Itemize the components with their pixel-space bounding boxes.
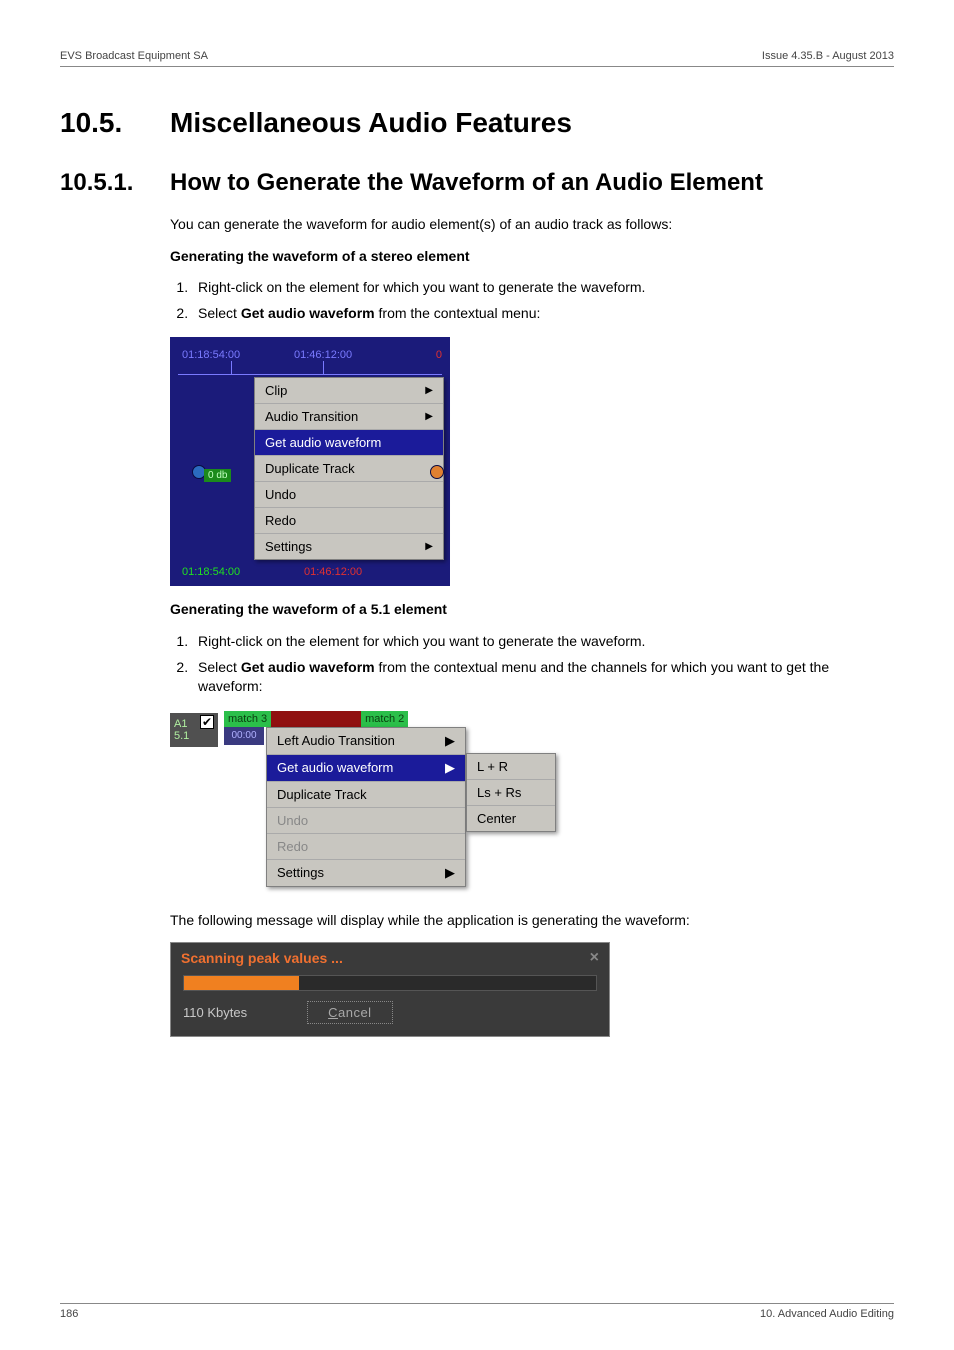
fiveone-step-2: Select Get audio waveform from the conte… <box>192 658 894 697</box>
stereo-steps: Right-click on the element for which you… <box>192 278 894 323</box>
intro-text: You can generate the waveform for audio … <box>170 215 894 235</box>
menu-item-undo[interactable]: Undo <box>255 482 443 508</box>
stereo-subheading: Generating the waveform of a stereo elem… <box>170 247 894 267</box>
match-gap <box>271 711 361 727</box>
timecode-row-bottom: 01:18:54:00 01:46:12:00 <box>174 560 446 584</box>
match-segment-1: match 3 <box>224 711 271 727</box>
scanning-dialog: Scanning peak values ... × 110 Kbytes Ca… <box>170 942 610 1037</box>
time-box: 00:00 <box>224 727 264 745</box>
context-menu-stereo: 01:18:54:00 01:46:12:00 0 0 db Clip ▶ Au… <box>170 337 450 586</box>
match-bar: match 3 match 2 <box>224 711 408 727</box>
context-menu-panel: Clip ▶ Audio Transition ▶ Get audio wave… <box>254 377 444 560</box>
after-menu2-text: The following message will display while… <box>170 911 894 931</box>
timecode-top-right: 0 <box>436 343 442 367</box>
submenu-item-l-r[interactable]: L + R <box>467 754 555 780</box>
menu-item-undo-disabled: Undo <box>267 808 465 834</box>
section-number-1: 10.5. <box>60 107 170 139</box>
context-menu-5-1: A1 5.1 ✔ match 3 match 2 00:00 Left Audi… <box>170 711 600 901</box>
chevron-right-icon: ▶ <box>445 760 455 776</box>
menu-item-audio-transition[interactable]: Audio Transition ▶ <box>255 404 443 430</box>
menu-item-redo-disabled: Redo <box>267 834 465 860</box>
chevron-right-icon: ▶ <box>425 385 433 396</box>
dialog-title: Scanning peak values ... <box>181 950 343 966</box>
progress-bar <box>183 975 597 991</box>
context-menu-panel-5-1: Left Audio Transition ▶ Get audio wavefo… <box>266 727 466 887</box>
track-id-b: 5.1 <box>174 730 214 742</box>
cancel-button[interactable]: Cancel <box>307 1001 392 1024</box>
header-left: EVS Broadcast Equipment SA <box>60 50 208 62</box>
chevron-right-icon: ▶ <box>445 733 455 749</box>
progress-fill <box>184 976 299 990</box>
section-heading-2: How to Generate the Waveform of an Audio… <box>170 169 763 197</box>
timecode-bottom-left: 01:18:54:00 <box>182 560 240 584</box>
menu-item-clip[interactable]: Clip ▶ <box>255 378 443 404</box>
menu-item-duplicate-track[interactable]: Duplicate Track <box>267 782 465 808</box>
header-right: Issue 4.35.B - August 2013 <box>762 50 894 62</box>
chevron-right-icon: ▶ <box>425 411 433 422</box>
menu-item-duplicate-track[interactable]: Duplicate Track <box>255 456 443 482</box>
chevron-right-icon: ▶ <box>445 865 455 881</box>
stereo-step-1: Right-click on the element for which you… <box>192 278 894 298</box>
menu-item-settings[interactable]: Settings ▶ <box>255 534 443 559</box>
fiveone-step-1: Right-click on the element for which you… <box>192 632 894 652</box>
track-badge: A1 5.1 ✔ <box>170 713 218 747</box>
footer-page-number: 186 <box>60 1308 78 1320</box>
menu-item-get-audio-waveform[interactable]: Get audio waveform ▶ <box>267 755 465 782</box>
page-header: EVS Broadcast Equipment SA Issue 4.35.B … <box>60 50 894 67</box>
menu-item-left-audio-transition[interactable]: Left Audio Transition ▶ <box>267 728 465 755</box>
timeline-ticks <box>178 367 442 375</box>
page-footer: 186 10. Advanced Audio Editing <box>60 1303 894 1320</box>
timecode-row-top: 01:18:54:00 01:46:12:00 0 <box>174 343 446 367</box>
match-segment-2: match 2 <box>361 711 408 727</box>
footer-section: 10. Advanced Audio Editing <box>760 1308 894 1320</box>
stereo-step-2: Select Get audio waveform from the conte… <box>192 304 894 324</box>
submenu-item-center[interactable]: Center <box>467 806 555 831</box>
track-enabled-checkbox[interactable]: ✔ <box>200 715 214 729</box>
section-heading-1: Miscellaneous Audio Features <box>170 107 572 139</box>
menu-item-settings[interactable]: Settings ▶ <box>267 860 465 886</box>
fiveone-steps: Right-click on the element for which you… <box>192 632 894 697</box>
dialog-titlebar: Scanning peak values ... × <box>171 943 609 975</box>
fiveone-subheading: Generating the waveform of a 5.1 element <box>170 600 894 620</box>
section-number-2: 10.5.1. <box>60 169 170 197</box>
chevron-right-icon: ▶ <box>425 541 433 552</box>
menu-item-get-audio-waveform[interactable]: Get audio waveform <box>255 430 443 456</box>
section-title-1: 10.5. Miscellaneous Audio Features <box>60 107 894 139</box>
submenu-item-ls-rs[interactable]: Ls + Rs <box>467 780 555 806</box>
timecode-bottom-mid: 01:46:12:00 <box>304 560 362 584</box>
close-icon[interactable]: × <box>590 949 599 967</box>
progress-size-label: 110 Kbytes <box>183 1005 247 1020</box>
waveform-channel-submenu: L + R Ls + Rs Center <box>466 753 556 832</box>
db-level-tag: 0 db <box>204 469 231 482</box>
section-title-2: 10.5.1. How to Generate the Waveform of … <box>60 169 894 197</box>
menu-item-redo[interactable]: Redo <box>255 508 443 534</box>
